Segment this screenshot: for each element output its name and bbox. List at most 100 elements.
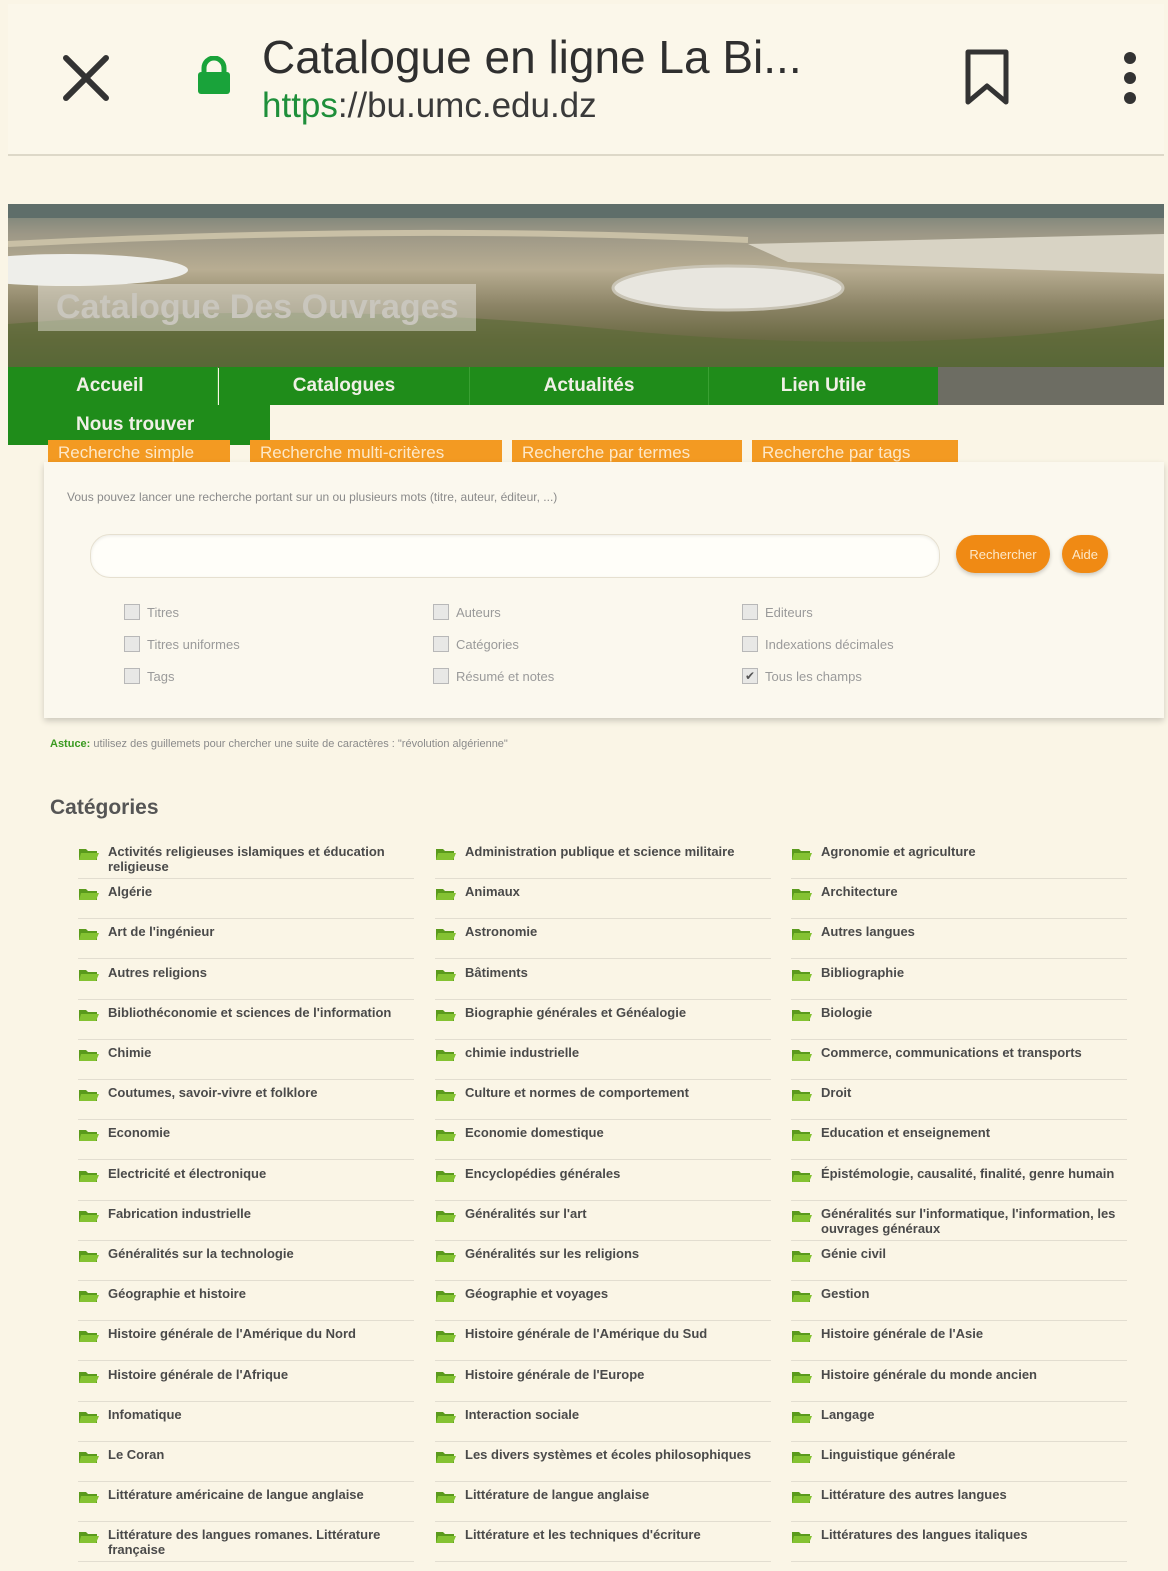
close-icon[interactable] [58, 50, 114, 106]
category-item[interactable]: Généralités sur les religions [435, 1246, 771, 1281]
checkbox[interactable] [742, 604, 758, 620]
folder-icon [792, 1492, 812, 1504]
category-item[interactable]: Commerce, communications et transports [791, 1045, 1127, 1080]
search-option[interactable]: Titres [124, 604, 179, 620]
category-item[interactable]: Economie domestique [435, 1125, 771, 1161]
nav-item-nous-trouver[interactable]: Nous trouver [8, 405, 270, 445]
category-item[interactable]: Histoire générale de l'Asie [791, 1326, 1127, 1362]
category-label: Langage [821, 1406, 875, 1422]
checkbox[interactable]: ✔ [742, 668, 758, 684]
category-item[interactable]: Généralités sur la technologie [78, 1246, 414, 1281]
category-item[interactable]: Droit [791, 1085, 1127, 1121]
category-item[interactable]: Généralités sur l'art [435, 1206, 771, 1241]
category-item[interactable]: Géographie et histoire [78, 1286, 414, 1322]
category-label: chimie industrielle [465, 1045, 580, 1060]
category-item[interactable]: Culture et normes de comportement [435, 1085, 771, 1121]
category-item[interactable]: Algérie [78, 884, 414, 920]
search-option[interactable]: Résumé et notes [433, 668, 554, 684]
category-item[interactable]: Histoire générale de l'Afrique [78, 1367, 414, 1402]
category-item[interactable]: Economie [78, 1125, 414, 1161]
search-option[interactable]: ✔ Tous les champs [742, 668, 862, 684]
nav-item-accueil[interactable]: Accueil [8, 367, 218, 405]
page-title: Catalogue en ligne La Bi... [262, 31, 802, 83]
category-item[interactable]: chimie industrielle [435, 1045, 771, 1080]
search-button[interactable]: Rechercher [956, 535, 1050, 573]
category-item[interactable]: Biologie [791, 1005, 1127, 1040]
checkbox[interactable] [433, 604, 449, 620]
category-item[interactable]: Linguistique générale [791, 1447, 1127, 1482]
help-button[interactable]: Aide [1062, 535, 1108, 573]
category-item[interactable]: Littérature et les techniques d'écriture [435, 1527, 771, 1563]
folder-icon [792, 849, 812, 860]
checkbox[interactable] [124, 636, 140, 652]
tip-prefix: Astuce: [50, 738, 91, 750]
category-item[interactable]: Biographie générales et Généalogie [435, 1005, 771, 1040]
category-item[interactable]: Activités religieuses islamiques et éduc… [78, 844, 414, 879]
search-input[interactable] [90, 534, 940, 578]
category-item[interactable]: Autres langues [791, 924, 1127, 960]
category-item[interactable]: Fabrication industrielle [78, 1206, 414, 1241]
category-item[interactable]: Interaction sociale [435, 1407, 771, 1442]
category-item[interactable]: Littérature de langue anglaise [435, 1487, 771, 1523]
category-label: Généralités sur les religions [465, 1246, 640, 1261]
category-label: Art de l'ingénieur [108, 924, 215, 940]
category-label: Génie civil [821, 1246, 887, 1261]
category-item[interactable]: Infomatique [78, 1407, 414, 1442]
search-option[interactable]: Catégories [433, 636, 519, 652]
search-option[interactable]: Editeurs [742, 604, 813, 620]
search-option[interactable]: Tags [124, 668, 174, 684]
category-item[interactable]: Génie civil [791, 1246, 1127, 1281]
category-item[interactable]: Histoire générale de l'Amérique du Sud [435, 1326, 771, 1362]
checkbox[interactable] [124, 604, 140, 620]
category-item[interactable]: Géographie et voyages [435, 1286, 771, 1322]
category-item[interactable]: Agronomie et agriculture [791, 844, 1127, 879]
nav-item-catalogues[interactable]: Catalogues [219, 367, 470, 405]
checkbox[interactable] [124, 668, 140, 684]
category-item[interactable]: Autres religions [78, 965, 414, 1000]
category-item[interactable]: Architecture [791, 884, 1127, 920]
folder-icon [79, 1291, 99, 1303]
category-item[interactable]: Les divers systèmes et écoles philosophi… [435, 1447, 771, 1482]
category-item[interactable]: Littérature des autres langues [791, 1487, 1127, 1523]
category-item[interactable]: Bibliographie [791, 965, 1127, 1000]
category-item[interactable]: Histoire générale de l'Amérique du Nord [78, 1326, 414, 1362]
category-item[interactable]: Littérature des langues romanes. Littéra… [78, 1527, 414, 1563]
category-label: Littérature des autres langues [821, 1487, 1007, 1503]
category-item[interactable]: Administration publique et science milit… [435, 844, 771, 879]
checkbox[interactable] [433, 668, 449, 684]
category-item[interactable]: Chimie [78, 1045, 414, 1080]
category-item[interactable]: Généralités sur l'informatique, l'inform… [791, 1206, 1127, 1241]
category-item[interactable]: Bâtiments [435, 965, 771, 1000]
folder-icon [792, 1291, 812, 1303]
lock-icon[interactable] [194, 56, 234, 96]
search-option[interactable]: Auteurs [433, 604, 501, 620]
category-item[interactable]: Encyclopédies générales [435, 1166, 771, 1201]
nav-item-lien-utile[interactable]: Lien Utile [709, 367, 938, 405]
url-bar[interactable]: https://bu.umc.edu.dz [262, 86, 597, 126]
category-item[interactable]: Histoire générale du monde ancien [791, 1367, 1127, 1402]
search-option-label: Auteurs [456, 604, 501, 620]
checkbox[interactable] [433, 636, 449, 652]
bookmark-icon[interactable] [958, 48, 1016, 106]
category-item[interactable]: Gestion [791, 1286, 1127, 1322]
search-option[interactable]: Indexations décimales [742, 636, 894, 652]
category-item[interactable]: Bibliothéconomie et sciences de l'inform… [78, 1005, 414, 1040]
category-item[interactable]: Coutumes, savoir-vivre et folklore [78, 1085, 414, 1121]
category-item[interactable]: Littératures des langues italiques [791, 1527, 1127, 1563]
nav-item-actualites[interactable]: Actualités [470, 367, 709, 405]
category-item[interactable]: Langage [791, 1407, 1127, 1442]
category-item[interactable]: Le Coran [78, 1447, 414, 1482]
category-item[interactable]: Littérature américaine de langue anglais… [78, 1487, 414, 1523]
category-item[interactable]: Animaux [435, 884, 771, 920]
category-item[interactable]: Education et enseignement [791, 1125, 1127, 1161]
checkbox[interactable] [742, 636, 758, 652]
category-item[interactable]: Electricité et électronique [78, 1166, 414, 1201]
category-item[interactable]: Art de l'ingénieur [78, 924, 414, 960]
category-label: Le Coran [108, 1447, 165, 1462]
search-option[interactable]: Titres uniformes [124, 636, 240, 652]
more-options-icon[interactable] [1118, 50, 1142, 106]
category-item[interactable]: Épistémologie, causalité, finalité, genr… [791, 1166, 1127, 1201]
category-item[interactable]: Histoire générale de l'Europe [435, 1367, 771, 1402]
folder-icon [79, 889, 99, 901]
category-item[interactable]: Astronomie [435, 924, 771, 960]
